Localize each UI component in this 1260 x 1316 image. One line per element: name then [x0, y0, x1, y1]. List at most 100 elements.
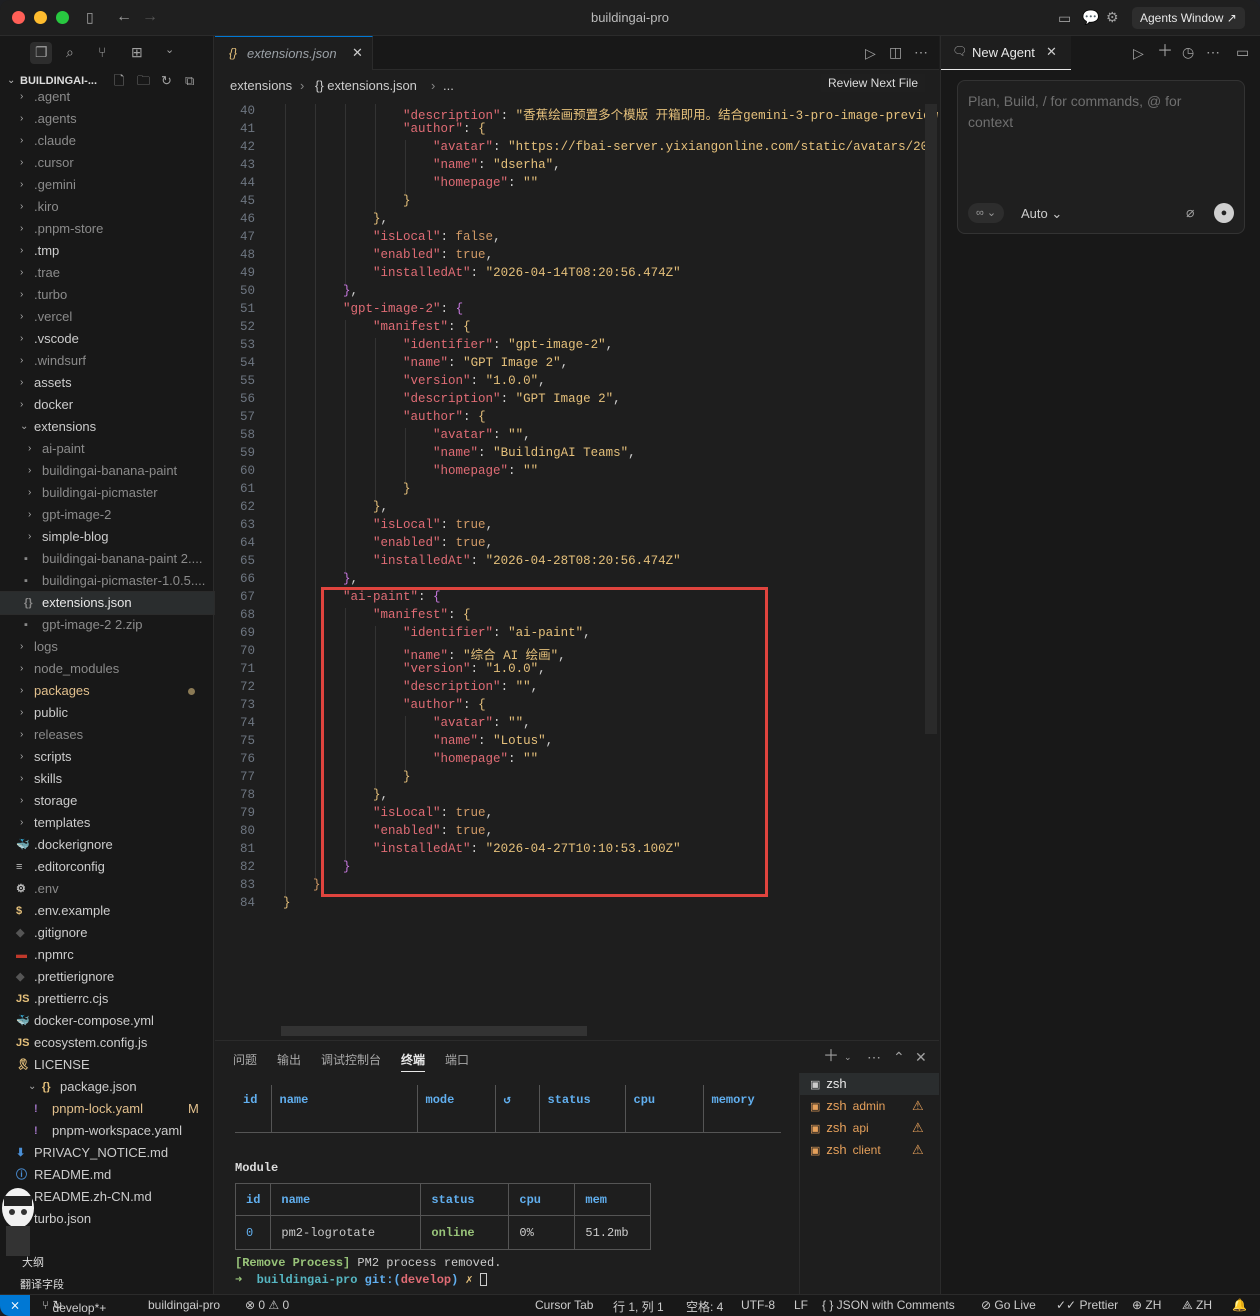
- close-tab-icon[interactable]: ✕: [1046, 44, 1057, 60]
- tab-2[interactable]: 调试控制台: [321, 1051, 381, 1068]
- agents-window-button[interactable]: Agents Window ↗: [1132, 7, 1245, 29]
- tree-item[interactable]: › .claude: [0, 130, 214, 152]
- tree-item[interactable]: ▪ gpt-image-2 2.zip: [0, 614, 214, 636]
- agent-input-placeholder[interactable]: Plan, Build, / for commands, @ for conte…: [968, 91, 1208, 133]
- outline-overlay-label[interactable]: 大纲: [22, 1254, 44, 1270]
- mode-selector[interactable]: ∞ ⌄: [968, 203, 1005, 223]
- tree-item[interactable]: {} extensions.json: [0, 591, 215, 615]
- language-mode[interactable]: { } JSON with Comments: [822, 1298, 955, 1312]
- shell-prompt[interactable]: ➜ buildingai-pro git:(develop) ✗: [235, 1272, 781, 1287]
- tree-item[interactable]: › .cursor: [0, 152, 214, 174]
- more-actions-icon[interactable]: ⋯: [914, 45, 928, 59]
- tree-item[interactable]: › .vscode: [0, 328, 214, 350]
- tree-item[interactable]: › simple-blog: [0, 526, 214, 548]
- workspace-label[interactable]: buildingai-pro: [148, 1298, 220, 1312]
- tree-item[interactable]: JS ecosystem.config.js: [0, 1032, 214, 1054]
- vertical-scrollbar[interactable]: [925, 104, 937, 734]
- split-editor-icon[interactable]: ◫: [889, 45, 902, 59]
- agent-input-box[interactable]: Plan, Build, / for commands, @ for conte…: [957, 80, 1245, 234]
- tree-item[interactable]: › .turbo: [0, 284, 214, 306]
- source-control-icon[interactable]: ⑂: [98, 45, 106, 59]
- tree-item[interactable]: 🐳 docker-compose.yml: [0, 1010, 214, 1032]
- new-terminal-icon[interactable]: ＋: [823, 1049, 839, 1065]
- panel-toggle-icon[interactable]: ▭: [1058, 11, 1071, 25]
- more-views-chevron-icon[interactable]: ⌄: [165, 45, 174, 56]
- tree-item[interactable]: ≡ .editorconfig: [0, 856, 214, 878]
- tree-item[interactable]: ⚙ .env: [0, 878, 214, 900]
- branch-indicator[interactable]: ⑂ develop*+ ↻: [42, 1298, 106, 1315]
- tree-item[interactable]: $ .env.example: [0, 900, 214, 922]
- tree-item[interactable]: › public: [0, 702, 214, 724]
- microphone-icon[interactable]: ●: [1214, 203, 1234, 223]
- tree-item[interactable]: › .agent: [0, 86, 214, 108]
- terminal-item[interactable]: ▣ zsh api ⚠: [800, 1117, 939, 1139]
- maximize-panel-icon[interactable]: ⌃: [893, 1050, 905, 1064]
- language-status[interactable]: ⊕ ZH: [1132, 1298, 1161, 1312]
- history-icon[interactable]: ◷: [1182, 45, 1194, 59]
- tree-item[interactable]: ! pnpm-workspace.yaml: [0, 1120, 214, 1142]
- tree-item[interactable]: ! pnpm-lock.yaml M: [0, 1098, 214, 1120]
- go-live-button[interactable]: ⊘ Go Live: [981, 1298, 1036, 1312]
- attach-icon[interactable]: ⌀: [1186, 205, 1194, 219]
- tree-item[interactable]: ▬ .npmrc: [0, 944, 214, 966]
- prettier-status[interactable]: ✓✓ Prettier: [1056, 1298, 1118, 1312]
- tree-item[interactable]: › packages: [0, 680, 214, 702]
- tree-item[interactable]: › .vercel: [0, 306, 214, 328]
- tree-item[interactable]: ⌄ {} package.json: [0, 1076, 214, 1098]
- notifications-bell-icon[interactable]: 🔔: [1232, 1298, 1247, 1312]
- terminal-item[interactable]: ▣ zsh admin ⚠: [800, 1095, 939, 1117]
- tree-item[interactable]: ◆ .prettierignore: [0, 966, 214, 988]
- more-actions-icon[interactable]: ⋯: [1206, 45, 1220, 59]
- tree-item[interactable]: › .gemini: [0, 174, 214, 196]
- tree-item[interactable]: 🐳 .dockerignore: [0, 834, 214, 856]
- breadcrumb-folder[interactable]: extensions: [230, 78, 292, 93]
- tree-item[interactable]: › assets: [0, 372, 214, 394]
- terminal-item[interactable]: ▣ zsh: [800, 1073, 939, 1095]
- tree-item[interactable]: › buildingai-banana-paint: [0, 460, 214, 482]
- close-panel-icon[interactable]: ✕: [915, 1050, 927, 1064]
- tree-item[interactable]: › .pnpm-store: [0, 218, 214, 240]
- translate-overlay-label[interactable]: 翻译字段: [20, 1276, 64, 1292]
- close-tab-icon[interactable]: ✕: [352, 45, 363, 61]
- tree-item[interactable]: › ai-paint: [0, 438, 214, 460]
- tree-item[interactable]: › gpt-image-2: [0, 504, 214, 526]
- tree-item[interactable]: ⌄ extensions: [0, 416, 214, 438]
- tab-3[interactable]: 终端: [401, 1051, 426, 1072]
- chat-icon[interactable]: 💬: [1082, 10, 1099, 24]
- breadcrumb-file[interactable]: {} extensions.json: [315, 78, 417, 93]
- tree-item[interactable]: › buildingai-picmaster: [0, 482, 214, 504]
- extensions-icon[interactable]: ⊞: [131, 45, 143, 59]
- tree-item[interactable]: › .kiro: [0, 196, 214, 218]
- tab-1[interactable]: 输出: [277, 1051, 301, 1068]
- tab-0[interactable]: 问题: [233, 1051, 257, 1068]
- review-next-file-button[interactable]: Review Next File: [821, 74, 926, 92]
- tree-item[interactable]: › storage: [0, 790, 214, 812]
- encoding[interactable]: UTF-8: [741, 1298, 775, 1312]
- breadcrumb-symbol[interactable]: ...: [443, 78, 454, 93]
- new-chat-icon[interactable]: ＋: [1157, 44, 1173, 60]
- tree-item[interactable]: 🎗 LICENSE: [0, 1054, 214, 1076]
- cursor-position[interactable]: 行 1, 列 1: [613, 1298, 664, 1315]
- locale-status[interactable]: ⟁ ZH: [1182, 1298, 1212, 1313]
- chevron-down-icon[interactable]: ⌄: [844, 1053, 852, 1062]
- tab-extensions-json[interactable]: {} extensions.json ✕: [215, 36, 373, 70]
- tree-item[interactable]: ◆ .gitignore: [0, 922, 214, 944]
- tree-item[interactable]: ⬇ PRIVACY_NOTICE.md: [0, 1142, 214, 1164]
- cursor-tab-label[interactable]: Cursor Tab: [535, 1298, 593, 1312]
- toggle-panel-icon[interactable]: ▭: [1236, 45, 1249, 59]
- tree-item[interactable]: › releases: [0, 724, 214, 746]
- search-icon[interactable]: ⌕: [66, 45, 74, 59]
- settings-gear-icon[interactable]: ⚙: [1106, 10, 1119, 24]
- tab-4[interactable]: 端口: [445, 1051, 469, 1068]
- tree-item[interactable]: › .trae: [0, 262, 214, 284]
- tree-item[interactable]: › docker: [0, 394, 214, 416]
- tree-item[interactable]: › templates: [0, 812, 214, 834]
- tab-new-agent[interactable]: 🗨 New Agent ✕: [941, 36, 1071, 70]
- tree-item[interactable]: › node_modules: [0, 658, 214, 680]
- more-actions-icon[interactable]: ⋯: [867, 1050, 881, 1064]
- run-icon[interactable]: ▷: [865, 46, 876, 60]
- files-icon[interactable]: ❐: [35, 45, 48, 59]
- model-selector[interactable]: Auto ⌄: [1021, 206, 1062, 222]
- tree-item[interactable]: › logs: [0, 636, 214, 658]
- horizontal-scrollbar[interactable]: [281, 1026, 587, 1036]
